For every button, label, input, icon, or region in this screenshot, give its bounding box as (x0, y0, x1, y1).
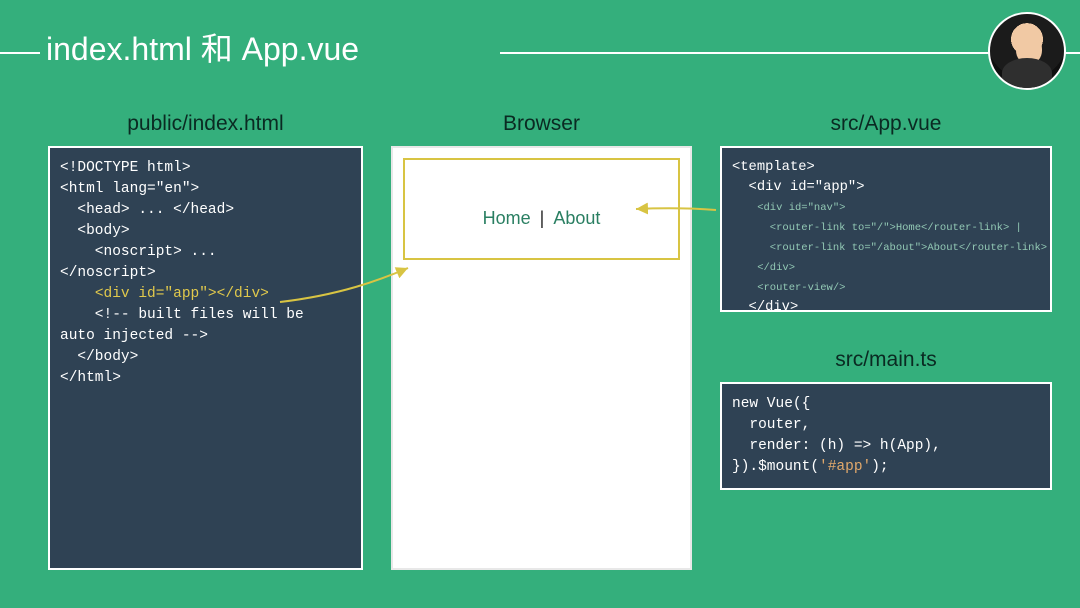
column-index-html: public/index.html <!DOCTYPE html> <html … (48, 112, 363, 590)
code-panel-index-html: <!DOCTYPE html> <html lang="en"> <head> … (48, 146, 363, 570)
link-separator: | (536, 208, 549, 228)
link-home[interactable]: Home (483, 208, 531, 228)
code-panel-main-ts: new Vue({ router, render: (h) => h(App),… (720, 382, 1052, 490)
label-browser: Browser (391, 112, 692, 136)
column-browser: Browser Home | About (391, 112, 692, 590)
content-columns: public/index.html <!DOCTYPE html> <html … (48, 112, 1052, 590)
link-about[interactable]: About (553, 208, 600, 228)
code-appvue-open: <template> <div id="app"> (732, 160, 864, 195)
title-rule-left (0, 52, 40, 54)
avatar (988, 12, 1066, 90)
browser-nav: Home | About (405, 208, 678, 229)
code-index-html: <!DOCTYPE html> <html lang="en"> <head> … (60, 160, 304, 386)
column-right: src/App.vue <template> <div id="app"> <d… (720, 112, 1052, 590)
label-app-vue: src/App.vue (720, 112, 1052, 136)
code-main-ts: new Vue({ router, render: (h) => h(App),… (732, 396, 941, 475)
label-index-html: public/index.html (48, 112, 363, 136)
label-main-ts: src/main.ts (720, 348, 1052, 372)
code-panel-app-vue: <template> <div id="app"> <div id="nav">… (720, 146, 1052, 312)
highlight-div-app: <div id="app"></div> (95, 286, 269, 302)
page-title: index.html 和 App.vue (46, 24, 359, 70)
title-bar: index.html 和 App.vue (0, 0, 1080, 70)
browser-highlight-box: Home | About (403, 158, 680, 260)
code-appvue-inner: <div id="nav"> <router-link to="/">Home<… (732, 202, 1047, 294)
code-appvue-close: </div> </template> (732, 300, 823, 312)
browser-mock: Home | About (391, 146, 692, 570)
string-app-selector: '#app' (819, 459, 871, 475)
